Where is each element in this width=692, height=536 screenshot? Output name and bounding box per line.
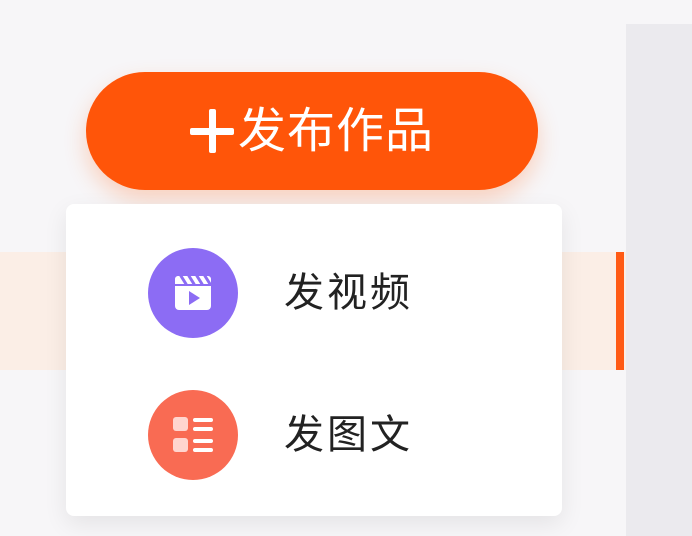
menu-item-publish-video[interactable]: 发视频 (66, 228, 562, 358)
image-text-list-icon (148, 390, 238, 480)
active-indicator (616, 252, 624, 370)
publish-dropdown-menu: 发视频 发图文 (66, 204, 562, 516)
plus-icon (189, 109, 234, 153)
publish-article-label: 发图文 (284, 412, 413, 458)
side-panel (626, 24, 692, 536)
publish-video-label: 发视频 (284, 270, 413, 316)
publish-button-label: 发布作品 (237, 103, 434, 159)
video-clapper-icon (148, 248, 238, 338)
publish-page: 发布作品 发视频 发图文 (0, 0, 692, 536)
publish-works-button[interactable]: 发布作品 (86, 72, 538, 190)
menu-item-publish-article[interactable]: 发图文 (66, 370, 562, 500)
